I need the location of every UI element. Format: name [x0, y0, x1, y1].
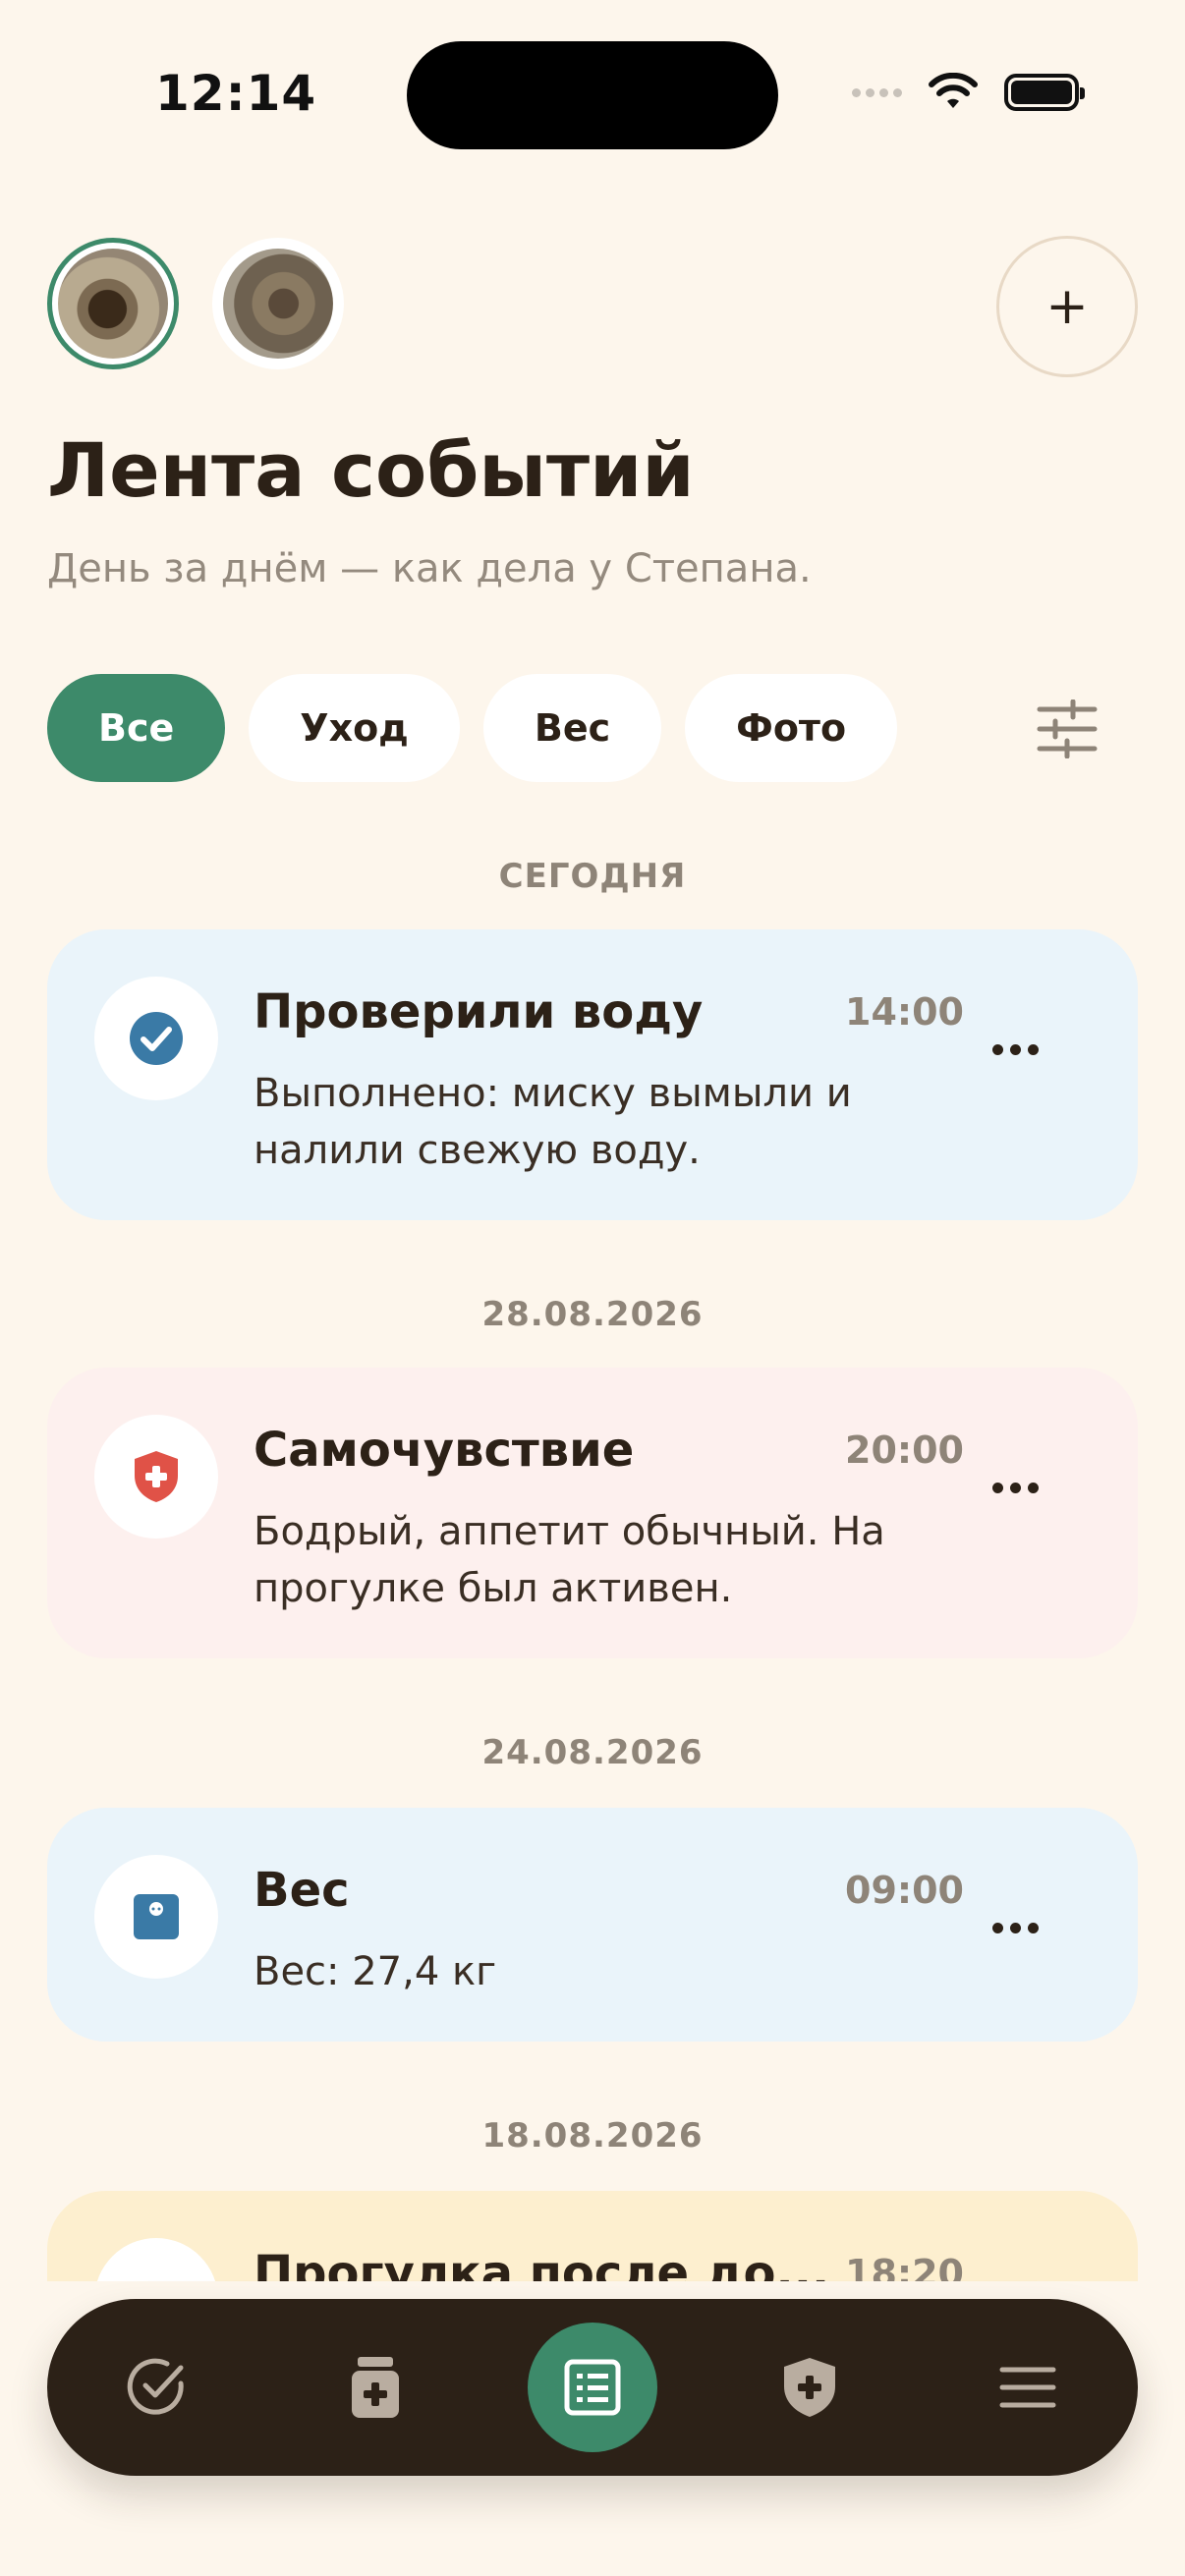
event-card-water[interactable]: Проверили воду 14:00 Выполнено: миску вы… — [47, 929, 1138, 1220]
event-time: 20:00 — [845, 1428, 964, 1472]
wifi-icon — [929, 73, 978, 108]
tab-tasks[interactable] — [118, 2348, 197, 2427]
status-icons — [852, 73, 1085, 112]
dynamic-island — [407, 41, 778, 149]
pet-switcher — [47, 238, 344, 369]
page-subtitle: День за днём — как дела у Степана. — [47, 546, 812, 591]
tab-menu[interactable] — [988, 2348, 1067, 2427]
menu-hamburger-icon — [999, 2367, 1056, 2408]
check-circle-icon — [130, 1012, 183, 1065]
add-pet-button[interactable]: + — [996, 236, 1138, 377]
date-header: 24.08.2026 — [481, 1733, 704, 1772]
plus-icon: + — [1045, 277, 1089, 336]
event-description: Выполнено: миску вымыли и налили свежую … — [254, 1071, 852, 1173]
more-options-icon[interactable] — [992, 1037, 1051, 1061]
chip-photo[interactable]: Фото — [685, 674, 898, 782]
check-circle-outline-icon — [127, 2358, 184, 2415]
more-options-icon[interactable] — [992, 1916, 1051, 1939]
pet-avatar-dog[interactable] — [47, 238, 179, 369]
event-icon-wrapper — [94, 977, 218, 1100]
medicine-jar-icon — [352, 2357, 399, 2418]
chip-all[interactable]: Все — [47, 674, 226, 782]
scale-icon — [134, 1894, 179, 1939]
pet-avatar-cat[interactable] — [212, 238, 344, 369]
event-time: 14:00 — [845, 990, 964, 1034]
date-header: 18.08.2026 — [481, 2116, 704, 2156]
chip-care[interactable]: Уход — [249, 674, 460, 782]
event-title: Проверили воду — [254, 984, 704, 1039]
status-time: 12:14 — [155, 65, 317, 122]
battery-icon — [1004, 74, 1085, 111]
event-time: 09:00 — [845, 1869, 964, 1912]
event-title: Вес — [254, 1863, 350, 1918]
more-options-icon[interactable] — [992, 1476, 1051, 1499]
tab-feed[interactable] — [528, 2323, 657, 2452]
health-shield-icon — [784, 2358, 835, 2417]
event-description: Бодрый, аппетит обычный. На прогулке был… — [254, 1509, 885, 1611]
event-title: Самочувствие — [254, 1423, 635, 1478]
cat-photo — [223, 249, 333, 359]
filter-chips: Все Уход Вес Фото — [47, 674, 898, 782]
event-icon-wrapper — [94, 1855, 218, 1979]
event-card-wellbeing[interactable]: Самочувствие 20:00 Бодрый, аппетит обычн… — [47, 1368, 1138, 1658]
tab-meds[interactable] — [336, 2348, 415, 2427]
event-icon-wrapper — [94, 1415, 218, 1539]
page-title: Лента событий — [47, 426, 695, 514]
date-header-today: СЕГОДНЯ — [498, 857, 687, 896]
tab-health[interactable] — [770, 2348, 849, 2427]
dog-photo — [58, 249, 168, 359]
event-card-weight[interactable]: Вес 09:00 Вес: 27,4 кг — [47, 1808, 1138, 2042]
event-description: Вес: 27,4 кг — [254, 1949, 497, 1994]
bottom-tab-bar — [47, 2299, 1138, 2476]
health-shield-icon — [135, 1451, 178, 1502]
cellular-signal-icon — [852, 87, 902, 97]
date-header: 28.08.2026 — [481, 1295, 704, 1334]
list-document-icon — [564, 2359, 621, 2416]
filter-settings-icon[interactable] — [1036, 700, 1099, 758]
chip-weight[interactable]: Вес — [482, 674, 662, 782]
